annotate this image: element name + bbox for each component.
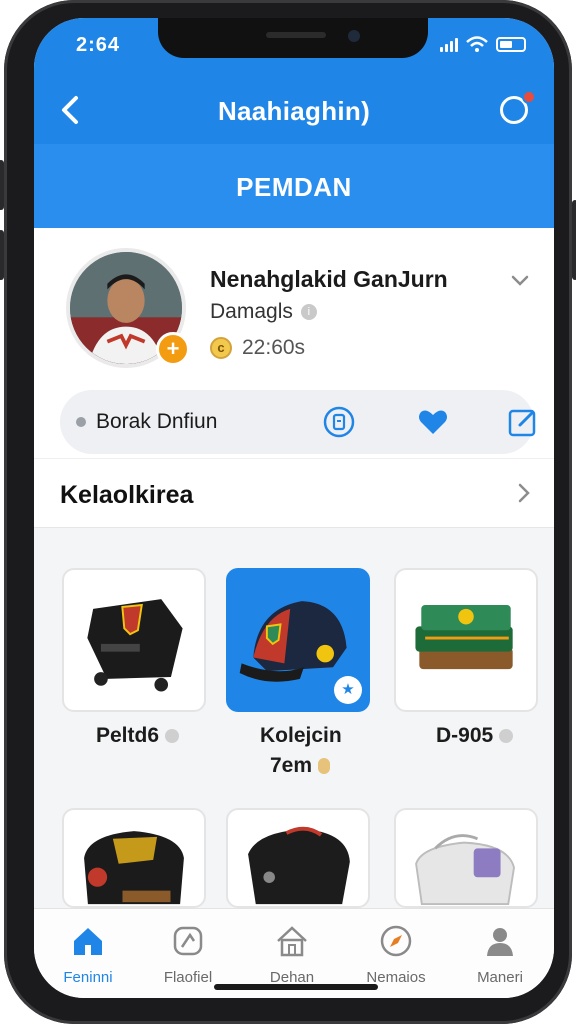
collection-title: Kelaolkirea — [60, 481, 194, 509]
notification-dot — [522, 90, 536, 104]
collection-item-2-label: Kolejcin — [260, 724, 342, 748]
volume-up-button — [0, 160, 4, 210]
expand-profile-button[interactable] — [508, 268, 532, 292]
collection-item-3[interactable] — [394, 568, 538, 712]
item-name: Peltd6 — [96, 724, 160, 747]
heart-icon — [419, 410, 447, 434]
wifi-icon — [466, 36, 488, 52]
chevron-right-icon — [516, 481, 532, 512]
screen: 2:64 Naahiaghin) PEMDAN + Nenahglakid Ga… — [34, 18, 554, 998]
nav-item-profile[interactable]: Maneri — [450, 909, 550, 998]
collection-item-2-sublabel: 7em — [270, 754, 331, 778]
collection-item-2[interactable]: ★ — [226, 568, 370, 712]
power-button — [572, 200, 576, 280]
badge-action-button[interactable] — [322, 405, 356, 439]
nav-item-home[interactable]: Feninni — [38, 909, 138, 998]
volume-down-button — [0, 230, 4, 280]
collection-item-4[interactable] — [62, 808, 206, 908]
section-banner: PEMDAN — [34, 144, 554, 228]
app-header: Naahiaghin) — [34, 78, 554, 144]
status-dot-icon — [499, 729, 514, 743]
collection-header[interactable]: Kelaolkirea — [34, 458, 554, 528]
collection-item-1[interactable] — [62, 568, 206, 712]
stacked-bags-icon — [415, 605, 513, 670]
action-bar: Borak Dnfiun — [60, 390, 536, 454]
page-title: Naahiaghin) — [217, 96, 371, 126]
collection-grid: Peltd6 ★ Kolejcin 7em D-905 — [34, 528, 554, 908]
info-icon: i — [300, 304, 317, 320]
collection-item-6[interactable] — [394, 808, 538, 908]
house-icon — [277, 926, 307, 957]
badge-icon — [323, 406, 355, 438]
status-dot-icon — [165, 729, 180, 743]
status-bar: 2:64 — [34, 18, 554, 78]
nav-label-profile: Maneri — [477, 969, 523, 986]
edit-icon — [508, 409, 536, 437]
duffel-bag-icon — [84, 831, 184, 905]
selected-star-icon: ★ — [334, 676, 362, 704]
battery-icon — [496, 37, 526, 52]
profile-subtitle-row: Damagls i — [210, 300, 317, 324]
notification-button[interactable] — [498, 90, 536, 126]
status-icons — [440, 36, 526, 52]
black-bag-icon — [248, 826, 350, 905]
person-icon — [487, 928, 513, 956]
edit-button[interactable] — [506, 405, 540, 439]
chevron-down-icon — [511, 275, 529, 286]
section-title: PEMDAN — [236, 172, 352, 202]
status-dot-icon — [76, 417, 86, 427]
favorite-button[interactable] — [416, 405, 450, 439]
status-time: 2:64 — [76, 34, 121, 56]
home-indicator — [214, 984, 378, 990]
collection-item-1-label: Peltd6 — [96, 724, 180, 748]
notch — [158, 18, 428, 58]
item-subtitle: 7em — [270, 754, 313, 777]
badge-icon — [173, 926, 203, 956]
profile-name: Nenahglakid GanJurn — [210, 266, 448, 292]
profile-points-row: c 22:60s — [210, 336, 305, 360]
compass-icon — [380, 925, 412, 957]
camera-icon — [348, 30, 360, 42]
coin-icon — [318, 758, 331, 774]
profile-subtitle: Damagls — [210, 300, 293, 323]
collection-item-3-label: D-905 — [436, 724, 514, 748]
item-name: Kolejcin — [260, 724, 342, 747]
action-label[interactable]: Borak Dnfiun — [96, 410, 217, 434]
phone-frame: 2:64 Naahiaghin) PEMDAN + Nenahglakid Ga… — [0, 0, 576, 1024]
profile-points: 22:60s — [242, 336, 306, 359]
avatar-add-badge[interactable]: + — [156, 332, 190, 366]
speaker — [266, 32, 326, 38]
nav-label-home: Feninni — [63, 969, 113, 986]
coin-icon: c — [210, 337, 232, 359]
collection-item-5[interactable] — [226, 808, 370, 908]
backpack-icon — [87, 599, 183, 692]
item-name: D-905 — [436, 724, 494, 747]
signal-icon — [440, 38, 458, 52]
white-bag-icon — [415, 834, 515, 906]
home-icon — [74, 928, 102, 955]
